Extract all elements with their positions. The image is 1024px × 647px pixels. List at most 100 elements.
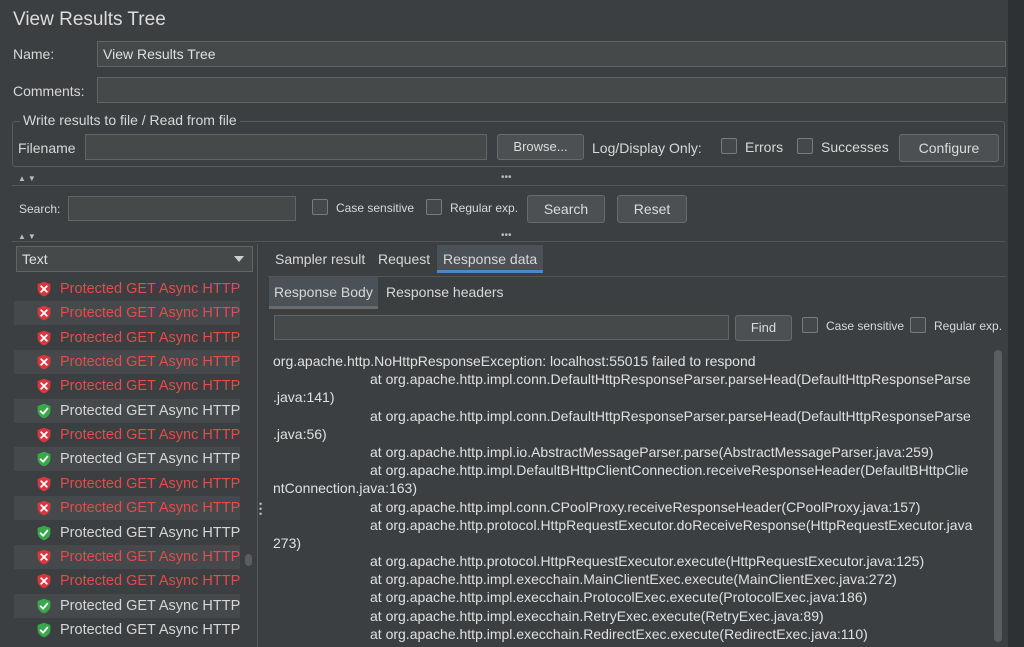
tab-sampler-result[interactable]: Sampler result <box>269 245 371 273</box>
response-line: at org.apache.http.impl.execchain.Protoc… <box>370 589 868 606</box>
tree-item-label: Protected GET Async HTTP <box>60 281 241 297</box>
tree-item[interactable]: Protected GET Async HTTP <box>14 423 240 447</box>
tree-item[interactable]: Protected GET Async HTTP <box>14 398 241 423</box>
tree-item[interactable]: Protected GET Async HTTP <box>14 374 240 398</box>
tree-item-label: Protected GET Async HTTP <box>60 402 241 419</box>
collapse-arrows-icon[interactable]: ▲▼ <box>18 232 38 241</box>
subtab-response-headers[interactable]: Response headers <box>381 277 509 309</box>
page-title: View Results Tree <box>13 9 166 30</box>
response-line: at org.apache.http.protocol.HttpRequestE… <box>370 553 925 570</box>
search-regex-checkbox[interactable] <box>426 199 442 215</box>
tree-item[interactable]: Protected GET Async HTTP <box>14 472 240 496</box>
tree-item[interactable]: Protected GET Async HTTP <box>14 301 241 326</box>
response-scrollbar[interactable] <box>994 350 1002 642</box>
tree-item-label: Protected GET Async HTTP <box>60 621 241 638</box>
error-shield-icon <box>36 330 52 346</box>
tab-request[interactable]: Request <box>372 245 436 273</box>
successes-label: Successes <box>821 139 889 155</box>
tree-item-label: Protected GET Async HTTP <box>60 573 241 590</box>
search-label: Search: <box>19 202 61 216</box>
name-label: Name: <box>13 46 55 62</box>
response-body-text[interactable]: org.apache.http.NoHttpResponseException:… <box>273 352 993 647</box>
error-shield-icon <box>36 500 52 516</box>
find-button[interactable]: Find <box>735 315 792 341</box>
tree-item[interactable]: Protected GET Async HTTP <box>14 569 240 593</box>
comments-input[interactable] <box>97 77 1006 103</box>
response-line: at org.apache.http.impl.execchain.RetryE… <box>370 607 824 624</box>
find-regex-label: Regular exp. <box>934 319 1003 333</box>
search-case-sensitive-checkbox[interactable] <box>312 199 328 215</box>
response-line: at org.apache.http.impl.conn.DefaultHttp… <box>370 407 971 424</box>
search-regex-label: Regular exp. <box>450 201 519 215</box>
error-shield-icon <box>36 476 52 492</box>
tree-item-label: Protected GET Async HTTP <box>60 475 241 492</box>
comments-label: Comments: <box>13 83 85 99</box>
renderer-select-value: Text <box>22 251 48 267</box>
filename-input[interactable] <box>85 134 487 160</box>
search-input[interactable] <box>68 196 296 221</box>
success-shield-icon <box>36 451 52 467</box>
error-shield-icon <box>36 427 52 443</box>
file-group-title: Write results to file / Read from file <box>20 112 240 128</box>
tree-item[interactable]: Protected GET Async HTTP <box>14 350 241 375</box>
response-line: .java:141) <box>273 389 335 406</box>
tree-item[interactable]: Protected GET Async HTTP <box>14 618 240 642</box>
response-line: ntConnection.java:163) <box>273 480 417 497</box>
tree-item[interactable]: Protected GET Async HTTP <box>14 447 241 472</box>
error-shield-icon <box>36 354 52 370</box>
tree-item-label: Protected GET Async HTTP <box>60 524 241 541</box>
reset-button[interactable]: Reset <box>617 195 687 223</box>
response-line: at org.apache.http.impl.DefaultBHttpClie… <box>370 462 969 479</box>
response-line: at org.apache.http.impl.io.AbstractMessa… <box>370 443 934 460</box>
tree-item-label: Protected GET Async HTTP <box>60 597 241 614</box>
find-case-sensitive-label: Case sensitive <box>826 319 905 333</box>
tab-divider <box>268 276 1006 277</box>
response-line: org.apache.http.NoHttpResponseException:… <box>273 353 756 369</box>
tree-item-label: Protected GET Async HTTP <box>60 354 241 371</box>
response-line: at org.apache.http.impl.execchain.Redire… <box>370 625 868 642</box>
tree-item[interactable]: Protected GET Async HTTP <box>14 326 240 350</box>
tree-item-label: Protected GET Async HTTP <box>60 305 241 322</box>
success-shield-icon <box>36 525 52 541</box>
renderer-select[interactable]: Text <box>16 246 253 272</box>
chevron-down-icon <box>234 256 244 262</box>
find-regex-checkbox[interactable] <box>910 317 926 333</box>
response-line: at org.apache.http.impl.conn.CPoolProxy.… <box>370 498 921 515</box>
vertical-drag-handle-icon[interactable]: • • • <box>259 500 262 519</box>
tree-item-label: Protected GET Async HTTP <box>60 500 241 517</box>
errors-checkbox[interactable] <box>721 138 737 154</box>
error-shield-icon <box>36 281 52 297</box>
tree-item-label: Protected GET Async HTTP <box>60 451 241 468</box>
response-line: at org.apache.http.protocol.HttpRequestE… <box>370 516 973 533</box>
configure-button[interactable]: Configure <box>899 134 999 162</box>
tree-item[interactable]: Protected GET Async HTTP <box>14 277 240 301</box>
filename-label: Filename <box>18 140 76 156</box>
response-line: 273) <box>273 534 302 551</box>
tree-item[interactable]: Protected GET Async HTTP <box>14 593 241 618</box>
tree-item[interactable]: Protected GET Async HTTP <box>14 521 240 545</box>
tree-item[interactable]: Protected GET Async HTTP <box>14 496 241 521</box>
response-line: at org.apache.http.impl.conn.DefaultHttp… <box>370 371 971 388</box>
tree-item-label: Protected GET Async HTTP <box>60 378 241 395</box>
tab-response-data[interactable]: Response data <box>437 245 544 273</box>
error-shield-icon <box>36 378 52 394</box>
successes-checkbox[interactable] <box>797 138 813 154</box>
collapse-arrows-icon[interactable]: ▲▼ <box>18 174 38 183</box>
split-divider <box>12 185 1005 186</box>
name-input[interactable]: View Results Tree <box>97 41 1006 67</box>
browse-button[interactable]: Browse... <box>497 134 584 160</box>
search-button[interactable]: Search <box>527 195 605 223</box>
tree-scrollbar[interactable] <box>245 554 252 566</box>
success-shield-icon <box>36 598 52 614</box>
drag-handle-icon[interactable]: ••• <box>501 230 512 241</box>
subtab-response-body[interactable]: Response Body <box>269 277 378 309</box>
find-case-sensitive-checkbox[interactable] <box>802 317 818 333</box>
window-edge <box>1008 0 1024 647</box>
tree-item[interactable]: Protected GET Async HTTP <box>14 544 240 569</box>
log-display-label: Log/Display Only: <box>592 140 702 156</box>
search-case-sensitive-label: Case sensitive <box>336 201 415 215</box>
success-shield-icon <box>36 403 52 419</box>
tree-item-label: Protected GET Async HTTP <box>60 329 241 346</box>
drag-handle-icon[interactable]: ••• <box>501 172 512 183</box>
find-input[interactable] <box>274 315 729 340</box>
